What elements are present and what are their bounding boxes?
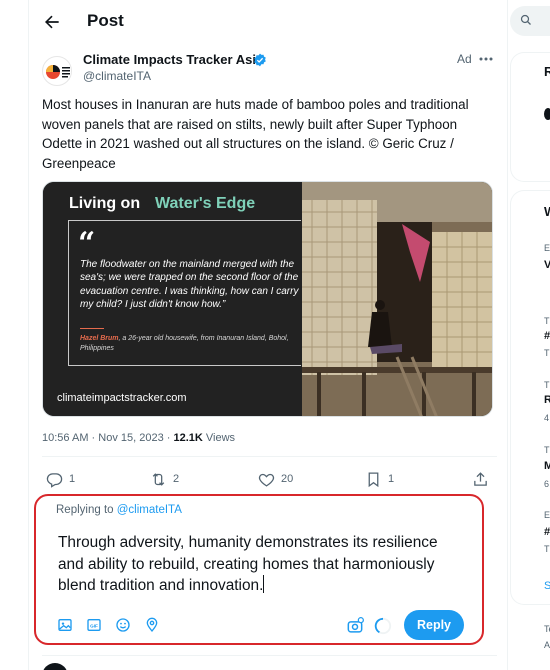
- trend-count: T: [544, 544, 550, 554]
- header: Post: [29, 0, 509, 44]
- trend-context: E: [544, 510, 550, 520]
- accessibility-helper-icon[interactable]: [345, 616, 365, 636]
- bookmark-action[interactable]: 1: [365, 470, 394, 488]
- trend-item[interactable]: M: [544, 460, 550, 472]
- repost-icon: [152, 472, 165, 486]
- panel-heading: R: [544, 64, 550, 79]
- quote-attribution: Hazel Brum, a 26-year old housewife, fro…: [80, 334, 295, 354]
- stilt-house-photo: [302, 182, 492, 416]
- trend-count: 4: [544, 413, 550, 423]
- quote-divider: [80, 328, 104, 329]
- emoji-icon[interactable]: [115, 617, 131, 633]
- trend-context: T: [544, 316, 550, 326]
- media-photo: [302, 182, 492, 416]
- views-count: 12.1K: [173, 432, 203, 444]
- search-icon: [520, 14, 531, 25]
- reply-action[interactable]: 1: [46, 470, 75, 488]
- author-handle[interactable]: @climateITA: [83, 69, 151, 83]
- reply-textarea[interactable]: Through adversity, humanity demonstrates…: [58, 532, 458, 597]
- author-avatar[interactable]: [42, 56, 72, 86]
- repost-count: 2: [173, 473, 180, 485]
- reply-count: 1: [69, 473, 76, 485]
- author-name[interactable]: Climate Impacts Tracker Asia: [83, 52, 263, 67]
- character-count-ring-icon: [374, 617, 392, 635]
- media-graphic-panel: Living on Water's Edge “ The floodwater …: [43, 182, 302, 416]
- back-arrow-icon[interactable]: [42, 12, 62, 32]
- heart-icon: [258, 473, 275, 487]
- reply-draft-text: Through adversity, humanity demonstrates…: [58, 534, 438, 594]
- next-post-avatar[interactable]: [42, 663, 68, 670]
- media-title-part1: Living on: [69, 195, 141, 212]
- media-title-part2: Water's Edge: [155, 195, 256, 212]
- trend-item[interactable]: R: [544, 394, 550, 406]
- trend-context: T: [544, 380, 550, 390]
- replying-to-handle[interactable]: @climateITA: [117, 504, 182, 516]
- attribution-name: Hazel Brum: [80, 335, 119, 342]
- trend-count: T: [544, 348, 550, 358]
- text-caret: [263, 575, 265, 593]
- footer-link[interactable]: Te: [544, 624, 550, 634]
- share-action[interactable]: [472, 470, 489, 488]
- like-action[interactable]: 20: [258, 470, 293, 488]
- replying-to: Replying to @climateITA: [56, 504, 182, 516]
- views-label: Views: [205, 432, 236, 444]
- replying-to-label: Replying to: [56, 504, 114, 516]
- tweet-meta: 10:56 AM · Nov 15, 2023 · 12.1K Views: [42, 432, 236, 444]
- divider: [42, 655, 497, 656]
- bookmark-icon: [368, 471, 379, 487]
- show-more-link[interactable]: S: [544, 580, 550, 592]
- footer-link[interactable]: A: [544, 640, 550, 650]
- climate-logo-icon: [46, 65, 70, 79]
- tweet-time[interactable]: 10:56 AM: [42, 432, 88, 444]
- svg-text:GIF: GIF: [90, 623, 98, 628]
- right-sidebar: R W E V T # T T R 4 T M 6 E # T S Te A: [508, 0, 550, 670]
- bookmark-count: 1: [388, 473, 395, 485]
- quote-mark-icon: “: [78, 226, 96, 261]
- repost-action[interactable]: 2: [150, 470, 179, 488]
- reply-icon: [46, 472, 63, 488]
- more-options-icon[interactable]: [477, 53, 495, 65]
- share-icon: [474, 471, 487, 486]
- gif-icon[interactable]: GIF: [86, 617, 102, 633]
- panel-avatar[interactable]: [544, 108, 550, 120]
- trend-item[interactable]: V: [544, 259, 550, 271]
- location-icon[interactable]: [144, 617, 160, 633]
- trend-count: 6: [544, 479, 550, 489]
- tweet-date[interactable]: Nov 15, 2023: [98, 432, 163, 444]
- page-title: Post: [87, 11, 124, 30]
- reply-button[interactable]: Reply: [404, 610, 464, 640]
- tweet-media[interactable]: Living on Water's Edge “ The floodwater …: [42, 181, 493, 417]
- media-watermark: climateimpactstracker.com: [57, 392, 187, 404]
- media-quote: The floodwater on the mainland merged wi…: [80, 259, 299, 310]
- trend-item[interactable]: #: [544, 526, 550, 538]
- divider: [42, 456, 497, 457]
- tweet-text: Most houses in Inanuran are huts made of…: [42, 97, 469, 171]
- ad-label: Ad: [457, 52, 472, 66]
- image-icon[interactable]: [57, 617, 73, 633]
- trends-heading: W: [544, 204, 550, 219]
- like-count: 20: [281, 473, 294, 485]
- verified-badge-icon: [254, 53, 266, 67]
- trend-item[interactable]: #: [544, 330, 550, 342]
- trend-context: T: [544, 445, 550, 455]
- trend-context: E: [544, 243, 550, 253]
- reply-composer: Replying to @climateITA Through adversit…: [34, 494, 484, 645]
